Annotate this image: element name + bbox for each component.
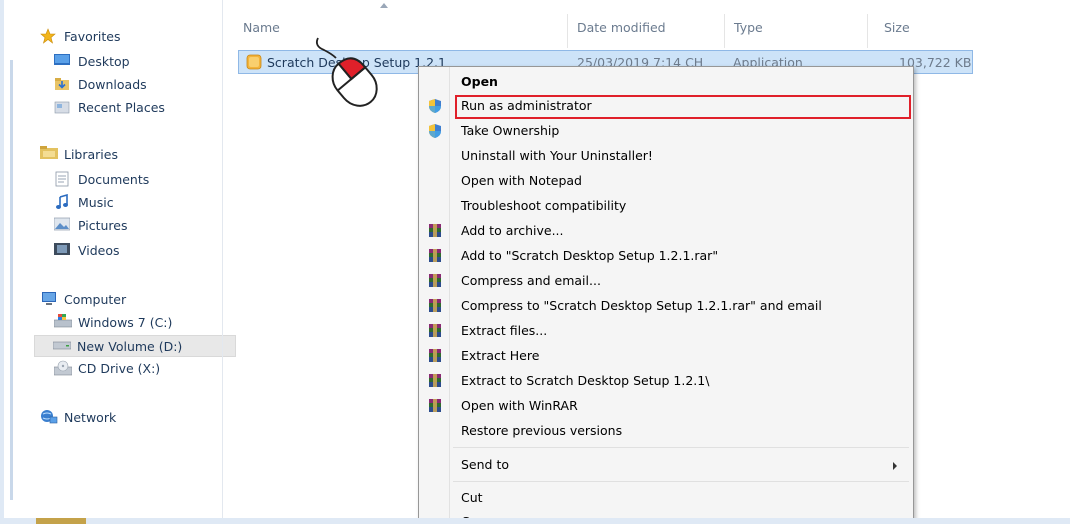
videos-icon — [54, 242, 72, 258]
nav-item-label: Downloads — [78, 76, 147, 92]
nav-item-label: Documents — [78, 171, 150, 187]
nav-item-windows-c[interactable]: Windows 7 (C:) — [53, 312, 173, 332]
nav-item-videos[interactable]: Videos — [54, 240, 120, 260]
menu-item-extract-files[interactable]: Extract files... — [419, 320, 913, 342]
highlight-box — [455, 95, 911, 119]
nav-item-label: Windows 7 (C:) — [78, 314, 173, 330]
menu-item-compress-and-email[interactable]: Compress and email... — [419, 270, 913, 292]
documents-icon — [54, 171, 72, 187]
winrar-icon — [427, 298, 443, 314]
nav-item-label: New Volume (D:) — [77, 338, 183, 354]
system-drive-icon — [53, 314, 73, 330]
sort-arrow-icon — [380, 2, 388, 8]
menu-item-uninstall[interactable]: Uninstall with Your Uninstaller! — [419, 145, 913, 167]
nav-item-cd-drive-x[interactable]: CD Drive (X:) — [53, 358, 161, 378]
window-left-edge — [10, 60, 13, 500]
nav-computer-label: Computer — [64, 291, 127, 307]
nav-item-label: Videos — [78, 242, 120, 258]
nav-item-label: Desktop — [78, 53, 130, 69]
nav-computer[interactable]: Computer — [40, 289, 126, 309]
computer-icon — [40, 291, 58, 307]
menu-item-extract-here[interactable]: Extract Here — [419, 345, 913, 367]
nav-libraries[interactable]: Libraries — [40, 144, 118, 164]
winrar-icon — [427, 373, 443, 389]
drive-icon — [52, 338, 72, 354]
nav-favorites[interactable]: Favorites — [40, 26, 120, 46]
nav-item-music[interactable]: Music — [54, 192, 114, 212]
menu-item-open[interactable]: Open — [419, 71, 913, 93]
status-bar — [0, 518, 1070, 524]
nav-item-recent-places[interactable]: Recent Places — [54, 97, 165, 117]
menu-item-take-ownership[interactable]: Take Ownership — [419, 120, 913, 142]
nav-item-label: Recent Places — [78, 99, 165, 115]
column-header-size[interactable]: Size — [884, 20, 910, 40]
winrar-icon — [427, 223, 443, 239]
nav-item-label: Music — [78, 194, 114, 210]
navigation-pane: Favorites Desktop Downloads Recent Place… — [14, 0, 236, 520]
column-header-type[interactable]: Type — [734, 20, 763, 40]
winrar-icon — [427, 323, 443, 339]
menu-item-add-to-archive[interactable]: Add to archive... — [419, 220, 913, 242]
cd-drive-icon — [53, 360, 73, 376]
column-separator — [724, 14, 725, 48]
nav-item-downloads[interactable]: Downloads — [54, 74, 147, 94]
nav-item-new-volume-d[interactable]: New Volume (D:) — [34, 335, 236, 357]
network-icon — [40, 409, 58, 425]
status-bar-icon — [36, 518, 86, 524]
pictures-icon — [53, 217, 72, 233]
column-header-name[interactable]: Name — [243, 20, 280, 40]
pane-divider — [222, 0, 223, 520]
winrar-icon — [427, 273, 443, 289]
menu-item-cut[interactable]: Cut — [419, 487, 913, 509]
menu-item-troubleshoot[interactable]: Troubleshoot compatibility — [419, 195, 913, 217]
desktop-icon — [54, 53, 72, 69]
menu-separator — [453, 481, 909, 482]
menu-item-restore-previous-versions[interactable]: Restore previous versions — [419, 420, 913, 442]
window-left-border — [0, 0, 4, 524]
nav-network[interactable]: Network — [40, 407, 116, 427]
context-menu: Open Run as administrator Take Ownership… — [418, 66, 914, 524]
nav-item-label: Pictures — [78, 217, 128, 233]
shield-icon — [427, 98, 443, 114]
nav-item-label: CD Drive (X:) — [78, 360, 161, 376]
menu-item-extract-to-folder[interactable]: Extract to Scratch Desktop Setup 1.2.1\ — [419, 370, 913, 392]
application-icon — [246, 54, 262, 70]
winrar-icon — [427, 348, 443, 364]
menu-item-compress-to-rar-and-email[interactable]: Compress to "Scratch Desktop Setup 1.2.1… — [419, 295, 913, 317]
music-icon — [54, 193, 72, 210]
recent-places-icon — [54, 99, 72, 115]
nav-favorites-label: Favorites — [64, 28, 121, 44]
menu-item-add-to-rar[interactable]: Add to "Scratch Desktop Setup 1.2.1.rar" — [419, 245, 913, 267]
menu-item-send-to[interactable]: Send to — [419, 454, 913, 476]
column-separator — [867, 14, 868, 48]
downloads-folder-icon — [54, 76, 72, 92]
mouse-right-click-icon — [315, 37, 378, 107]
libraries-icon — [40, 146, 58, 162]
nav-network-label: Network — [64, 409, 117, 425]
menu-item-open-with-notepad[interactable]: Open with Notepad — [419, 170, 913, 192]
nav-item-pictures[interactable]: Pictures — [53, 215, 128, 235]
star-icon — [40, 28, 58, 44]
nav-item-desktop[interactable]: Desktop — [54, 51, 130, 71]
nav-item-documents[interactable]: Documents — [54, 169, 149, 189]
nav-libraries-label: Libraries — [64, 146, 118, 162]
column-header-date-modified[interactable]: Date modified — [577, 20, 666, 40]
submenu-arrow-icon — [893, 462, 897, 470]
shield-icon — [427, 123, 443, 139]
menu-separator — [453, 447, 909, 448]
column-separator — [567, 14, 568, 48]
winrar-icon — [427, 248, 443, 264]
winrar-icon — [427, 398, 443, 414]
menu-item-open-with-winrar[interactable]: Open with WinRAR — [419, 395, 913, 417]
